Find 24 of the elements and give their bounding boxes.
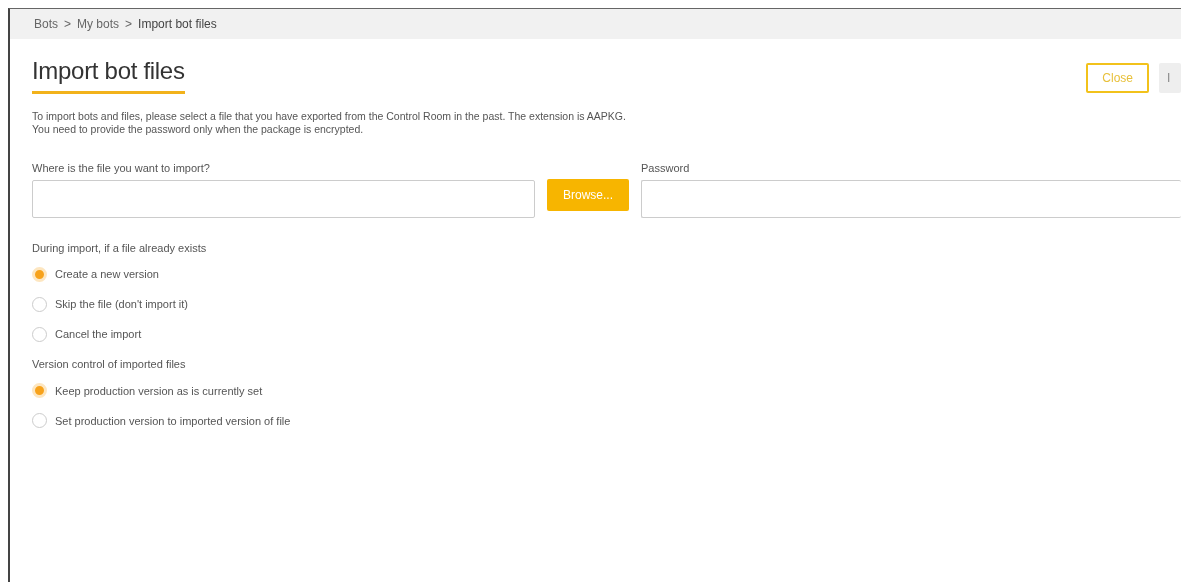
radio-button[interactable] bbox=[32, 266, 47, 282]
radio-button[interactable] bbox=[32, 383, 47, 399]
breadcrumb-link[interactable]: My bots bbox=[77, 15, 120, 33]
radio-label[interactable]: Cancel the import bbox=[55, 326, 142, 343]
radio-label[interactable]: Skip the file (don't import it) bbox=[55, 296, 188, 313]
breadcrumb-link[interactable]: Bots bbox=[34, 15, 58, 33]
radio-button[interactable] bbox=[32, 296, 47, 312]
radio-button[interactable] bbox=[32, 413, 47, 429]
description-text: You need to provide the password only when the package is encrypted. bbox=[32, 123, 365, 137]
breadcrumb-separator: > bbox=[125, 16, 133, 33]
radio-label[interactable]: Set production version to imported version of file bbox=[55, 412, 291, 429]
breadcrumb-current: Import bot files bbox=[138, 16, 217, 33]
description-text: To import bots and files, please select a file that you have exported from the Control Room in the past. The extension is AAPKG. bbox=[32, 110, 627, 124]
radio-label[interactable]: Create a new version bbox=[55, 266, 159, 283]
password-field[interactable] bbox=[641, 179, 1181, 218]
radio-button[interactable] bbox=[32, 326, 47, 342]
group-label: Version control of imported files bbox=[32, 357, 187, 373]
breadcrumb-separator: > bbox=[64, 16, 72, 33]
radio-label[interactable]: Keep production version as is currently set bbox=[55, 382, 263, 399]
field-label: Password bbox=[641, 161, 691, 177]
page-title: Import bot files bbox=[32, 53, 185, 94]
file-path-field[interactable] bbox=[32, 179, 535, 218]
group-label: During import, if a file already exists bbox=[32, 240, 208, 256]
field-label: Where is the file you want to import? bbox=[32, 161, 211, 177]
